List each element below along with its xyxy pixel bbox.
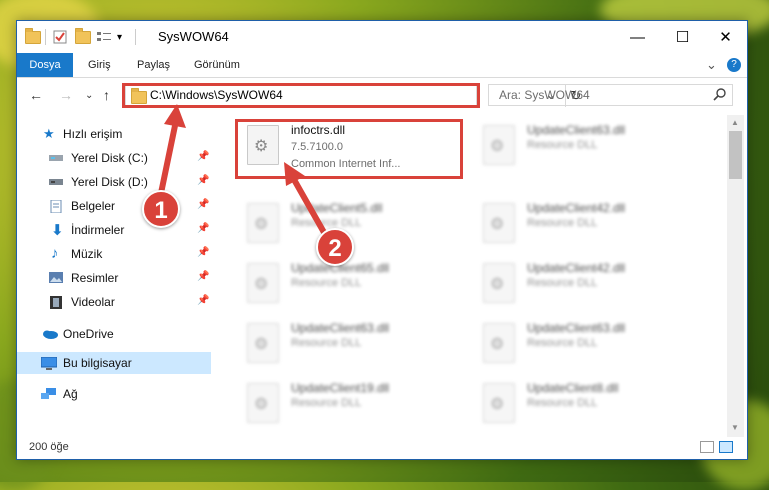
arrow-1-head [164,104,186,128]
step-1-badge: 1 [142,190,180,228]
step-2-badge: 2 [316,228,354,266]
arrow-1-line [157,113,180,201]
annotation-overlay [157,104,329,239]
arrow-2-line [289,173,329,239]
